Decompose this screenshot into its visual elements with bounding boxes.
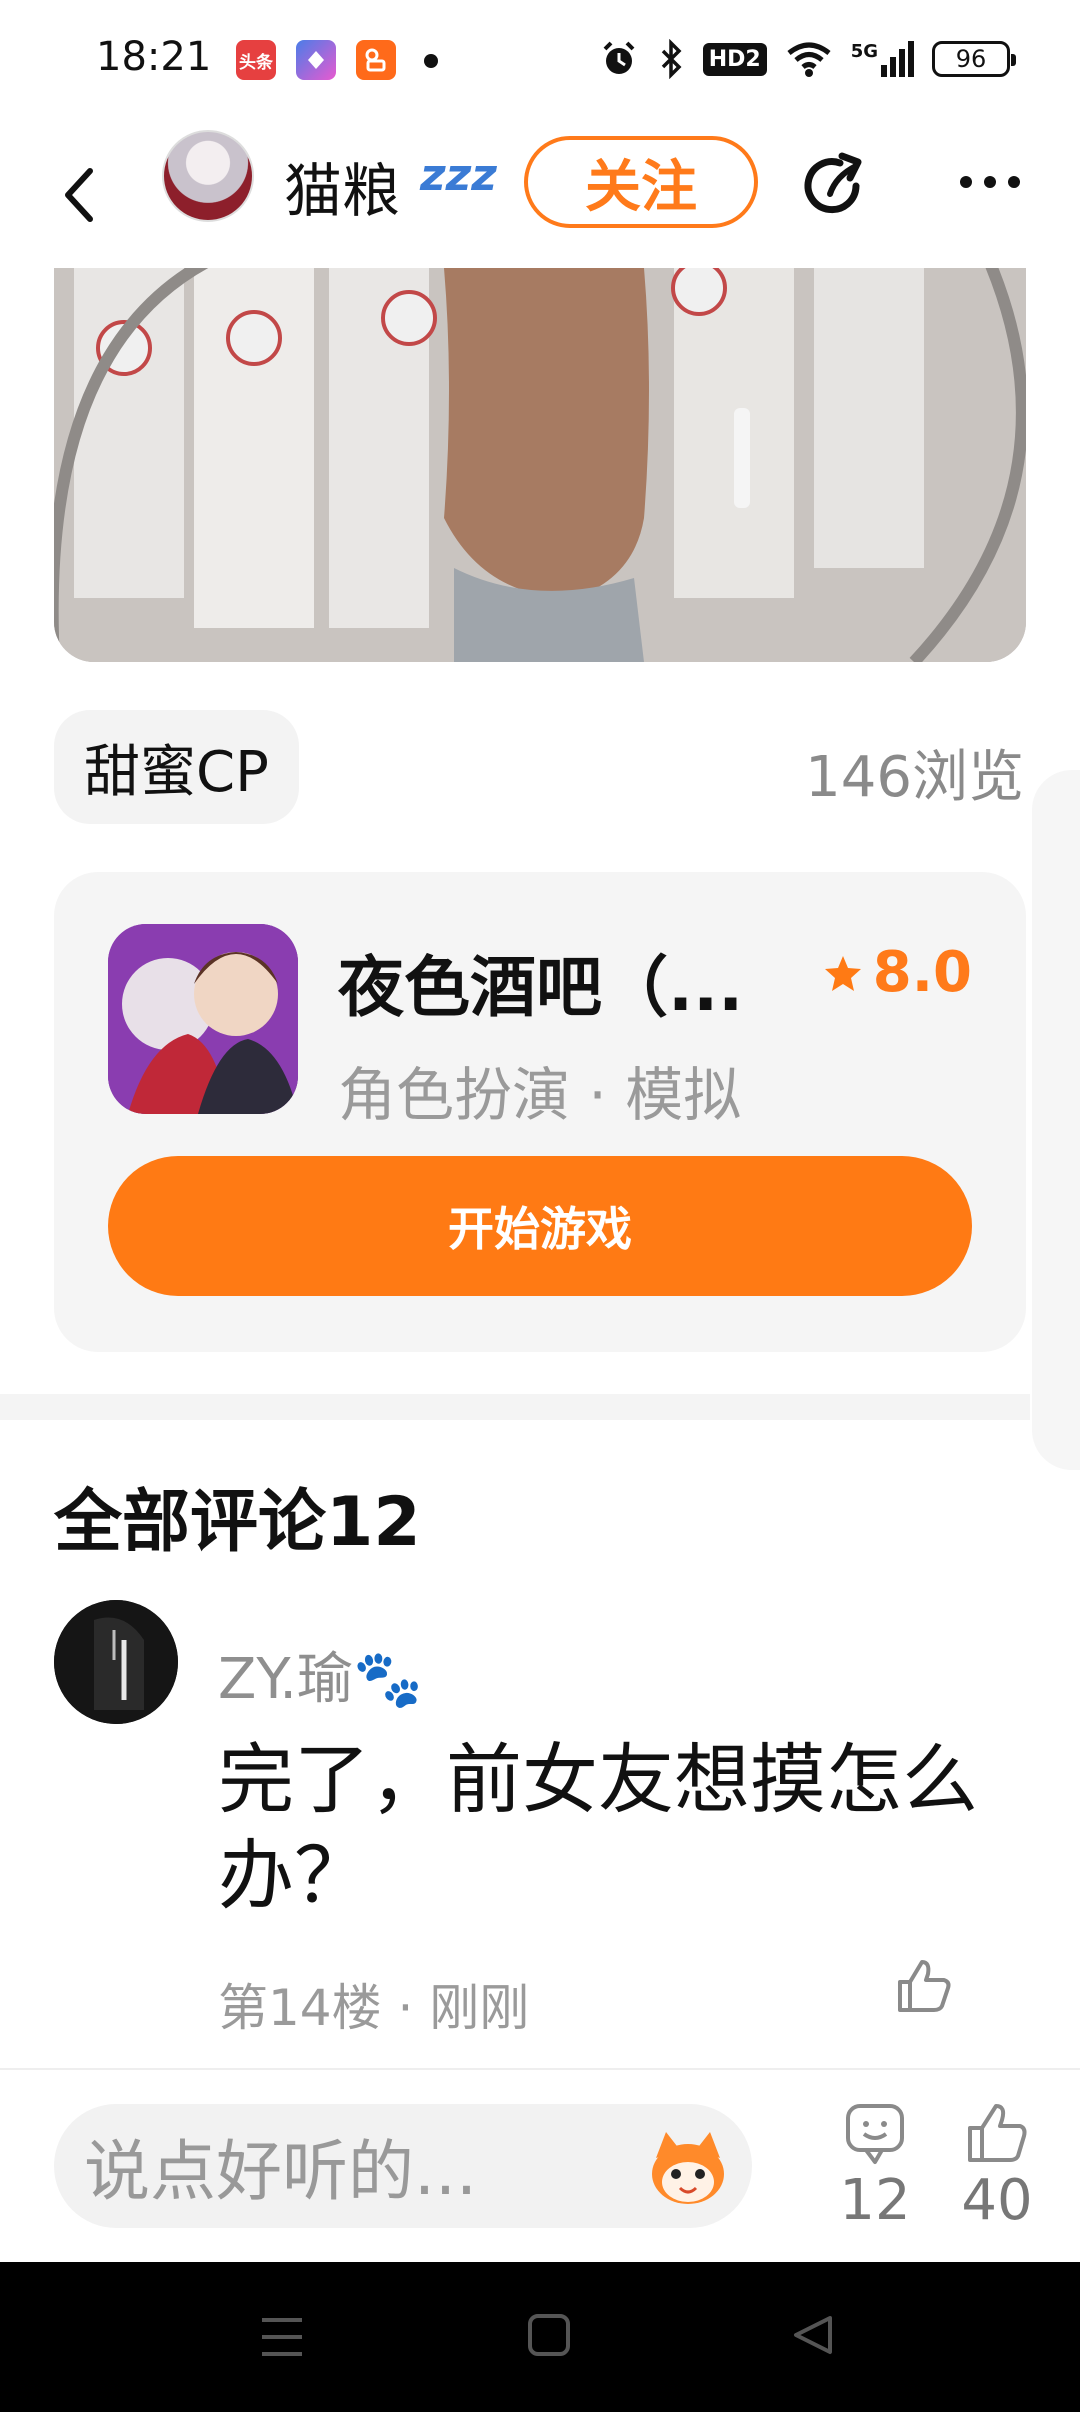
battery-icon: 96	[932, 41, 1016, 77]
post-image[interactable]	[54, 268, 1026, 662]
share-icon	[804, 152, 862, 214]
comment-count: 12	[839, 2168, 911, 2233]
more-button[interactable]	[960, 176, 1020, 188]
section-divider	[0, 1394, 1030, 1420]
author-name[interactable]: 猫粮	[284, 144, 400, 228]
notification-dot	[424, 54, 438, 68]
sleep-status-icon: zzz	[420, 150, 497, 201]
alarm-icon	[603, 41, 635, 74]
thumbs-up-icon	[968, 2104, 1027, 2162]
thumbs-up-icon	[898, 1960, 951, 2012]
like-count-button[interactable]: 40	[952, 2100, 1042, 2233]
dot	[1008, 176, 1020, 188]
follow-button[interactable]: 关注	[524, 136, 758, 228]
comment-meta: 第14楼 · 刚刚	[218, 1979, 530, 2037]
side-panel-edge	[1032, 770, 1080, 1470]
dot	[984, 176, 996, 188]
share-button[interactable]	[796, 146, 876, 226]
author-avatar[interactable]	[162, 130, 254, 222]
signal-icon: 5G	[851, 41, 914, 77]
wifi-icon	[787, 42, 831, 77]
kuaishou-app-icon	[356, 40, 396, 80]
game-rating: 8.0	[823, 940, 972, 1005]
status-icons: HD2 5G 96	[599, 34, 1016, 84]
bluetooth-icon	[661, 39, 682, 79]
menu-icon[interactable]	[258, 2314, 306, 2360]
start-game-button[interactable]: 开始游戏	[108, 1156, 972, 1296]
game-icon[interactable]	[108, 924, 298, 1114]
status-time: 18:21	[96, 34, 212, 80]
comment-input-placeholder: 说点好听的...	[84, 2133, 477, 2210]
star-icon	[824, 955, 861, 991]
back-button[interactable]	[50, 160, 110, 230]
comment-icon	[846, 2104, 904, 2164]
comment-text[interactable]: 完了，前女友想摸怎么办？	[218, 1732, 978, 1924]
status-bar: 18:21 头条 HD2 5G 96	[0, 0, 1080, 120]
hd2-badge: HD2	[702, 42, 767, 76]
mascot-emoji-icon[interactable]	[646, 2128, 730, 2208]
back-nav-icon[interactable]	[790, 2312, 836, 2358]
bottom-action-bar: 说点好听的... 12 40	[0, 2070, 1080, 2262]
like-count: 40	[961, 2168, 1033, 2233]
comment-count-button[interactable]: 12	[830, 2100, 920, 2233]
game-card[interactable]: 夜色酒吧（... 8.0 角色扮演 · 模拟 开始游戏	[54, 872, 1026, 1352]
system-nav-bar	[0, 2262, 1080, 2412]
commenter-name[interactable]: ZY.瑜🐾	[218, 1634, 423, 1715]
topic-tag[interactable]: 甜蜜CP	[54, 710, 299, 824]
rating-value: 8.0	[872, 940, 972, 1005]
view-count: 146浏览	[805, 745, 1024, 810]
game-genre: 角色扮演 · 模拟	[338, 1061, 742, 1129]
maps-app-icon	[296, 40, 336, 80]
toutiao-app-icon: 头条	[236, 40, 276, 80]
chevron-left-icon	[65, 168, 93, 222]
comments-title: 全部评论12	[54, 1483, 421, 1562]
comment-like-button[interactable]	[894, 1956, 954, 2016]
dot	[960, 176, 972, 188]
home-icon[interactable]	[526, 2312, 572, 2358]
game-title[interactable]: 夜色酒吧（...	[338, 934, 743, 1030]
commenter-avatar[interactable]	[54, 1600, 178, 1724]
